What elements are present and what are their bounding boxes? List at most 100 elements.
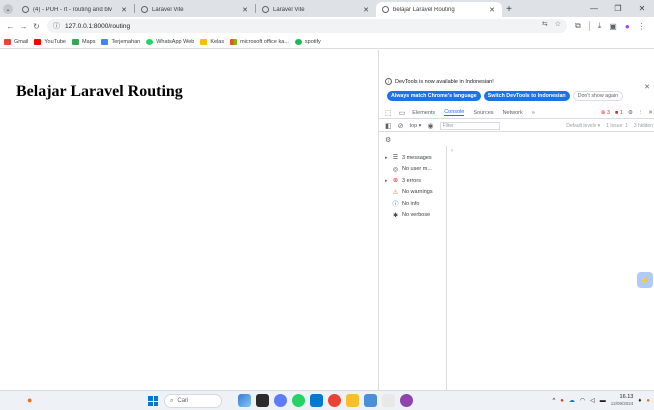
device-toolbar-icon[interactable]: ▭: [399, 109, 406, 117]
whatsapp-icon[interactable]: [292, 394, 305, 407]
sidebar-item-warnings[interactable]: ⚠ No warnings: [385, 187, 445, 199]
issue-counter[interactable]: ■ 1: [615, 110, 623, 116]
download-icon[interactable]: ⤓: [598, 21, 602, 31]
reload-icon[interactable]: ↻: [30, 22, 43, 31]
bookmark-kelas[interactable]: Kelas: [200, 38, 224, 45]
file-explorer-icon[interactable]: [346, 394, 359, 407]
battery-icon[interactable]: ▬: [600, 398, 606, 404]
windows-taskbar: ● ⌕ Cari ^ ● ☁ ◠ ◁ ▬ 16.13 12/09/2024 ♦ …: [0, 390, 654, 410]
bookmark-whatsapp[interactable]: WhatsApp Web: [146, 38, 194, 45]
start-button[interactable]: [148, 396, 158, 406]
site-info-icon[interactable]: ⓘ: [53, 21, 60, 31]
clear-console-icon[interactable]: ⊘: [398, 122, 404, 130]
tray-overflow-icon[interactable]: ^: [552, 398, 555, 404]
tab-close-icon[interactable]: ✕: [120, 6, 128, 14]
sidebar-divider[interactable]: [446, 146, 447, 390]
bookmark-terjemahan[interactable]: Terjemahan: [101, 38, 140, 45]
tab-close-icon[interactable]: ✕: [488, 6, 496, 14]
task-view-icon[interactable]: [256, 394, 269, 407]
error-counter[interactable]: ⊗ 3: [601, 110, 610, 116]
bookmark-star-icon[interactable]: ☆: [555, 20, 561, 28]
sidebar-toggle-icon[interactable]: ◧: [385, 122, 392, 130]
context-selector[interactable]: top ▾: [410, 123, 422, 129]
close-window-icon[interactable]: ✕: [630, 4, 654, 13]
new-tab-button[interactable]: +: [502, 2, 516, 17]
tab-elements[interactable]: Elements: [412, 110, 435, 116]
tab-search-button[interactable]: ⌄: [0, 1, 16, 17]
more-tabs-button[interactable]: »: [532, 110, 535, 116]
notice-close-icon[interactable]: ✕: [644, 83, 650, 91]
warning-icon: ⚠: [392, 189, 399, 196]
weather-icon[interactable]: ●: [27, 395, 32, 405]
console-settings-gear-icon[interactable]: ⚙: [385, 136, 391, 144]
copilot-icon[interactable]: ●: [646, 398, 650, 404]
translate-icon[interactable]: ⇆: [542, 20, 548, 28]
back-icon[interactable]: ←: [4, 22, 17, 31]
dont-show-again-button[interactable]: Don't show again: [572, 91, 624, 101]
browser-tab-1[interactable]: (4) - PUH - rt - routing and blv ✕: [16, 2, 134, 17]
chrome-icon[interactable]: [328, 394, 341, 407]
gmail-icon: [4, 38, 11, 45]
menu-icon[interactable]: ⋮: [638, 22, 646, 31]
console-prompt-chevron-icon: ›: [451, 148, 453, 154]
app-icon[interactable]: [400, 394, 413, 407]
store-icon[interactable]: [382, 394, 395, 407]
tab-favicon-icon: [22, 6, 29, 13]
inspect-icon[interactable]: ⬚: [385, 109, 392, 117]
switch-language-button[interactable]: Switch DevTools to Indonesian: [483, 91, 570, 101]
profile-icon[interactable]: ●: [625, 22, 630, 31]
notification-icon[interactable]: ♦: [638, 398, 641, 404]
tab-close-icon[interactable]: ✕: [241, 6, 249, 14]
bookmark-youtube[interactable]: YouTube: [34, 38, 66, 45]
match-language-button[interactable]: Always match Chrome's language: [387, 91, 481, 101]
live-expression-eye-icon[interactable]: ◉: [427, 122, 433, 130]
tab-console[interactable]: Console: [444, 109, 465, 116]
browser-tab-active[interactable]: belajar Laravel Routing ✕: [376, 2, 502, 17]
tab-label: Laravel Vite: [152, 6, 184, 13]
log-levels-dropdown[interactable]: Default levels ▾: [566, 123, 600, 129]
tab-sources[interactable]: Sources: [473, 110, 493, 116]
wifi-icon[interactable]: ◠: [580, 397, 585, 404]
tab-close-icon[interactable]: ✕: [362, 6, 370, 14]
settings-gear-icon[interactable]: ⚙: [628, 110, 633, 116]
browser-tab-2[interactable]: Laravel Vite ✕: [135, 2, 255, 17]
sidebar-item-user-messages[interactable]: ◎ No user m...: [385, 164, 445, 176]
bookmark-maps[interactable]: Maps: [72, 38, 95, 45]
bookmark-spotify[interactable]: spotify: [294, 38, 321, 45]
issues-count-link[interactable]: 1 Issue: 1: [606, 123, 628, 129]
browser-tab-3[interactable]: Laravel Vite ✕: [256, 2, 376, 17]
restore-icon[interactable]: ❐: [606, 4, 630, 13]
tray-app-icon[interactable]: ●: [560, 398, 564, 404]
sidebar-item-verbose[interactable]: ✱ No verbose: [385, 210, 445, 222]
notes-icon[interactable]: [364, 394, 377, 407]
devtools-language-notice: i DevTools is now available in Indonesia…: [385, 78, 494, 85]
side-panel-icon[interactable]: ▣: [609, 22, 617, 31]
clock[interactable]: 16.13 12/09/2024: [611, 394, 634, 407]
tab-favicon-icon: [141, 6, 148, 13]
address-bar[interactable]: ⓘ 127.0.0.1:8000/routing ⇆ ☆: [47, 19, 567, 33]
sidebar-item-info[interactable]: ⓘ No info: [385, 198, 445, 210]
language-buttons: Always match Chrome's language Switch De…: [387, 91, 624, 101]
tab-label: (4) - PUH - rt - routing and blv: [33, 6, 113, 13]
devtools-menu-icon[interactable]: ⋮: [638, 110, 644, 116]
minimize-icon[interactable]: —: [582, 4, 606, 13]
devtools-close-icon[interactable]: ✕: [648, 110, 653, 116]
volume-icon[interactable]: ◁: [590, 397, 595, 404]
sidebar-item-messages[interactable]: ▸ ☰ 3 messages: [385, 152, 445, 164]
tab-network[interactable]: Network: [503, 110, 523, 116]
bookmark-microsoft-office[interactable]: microsoft office ka...: [230, 38, 289, 45]
extensions-icon[interactable]: ⧉: [575, 21, 581, 31]
browser-tab-strip: ⌄ (4) - PUH - rt - routing and blv ✕ Lar…: [0, 0, 654, 17]
taskbar-search[interactable]: ⌕ Cari: [164, 394, 222, 408]
forward-icon[interactable]: →: [17, 22, 30, 31]
widgets-icon[interactable]: [238, 394, 251, 407]
filter-input[interactable]: Filter: [439, 121, 500, 130]
bookmark-gmail[interactable]: Gmail: [4, 38, 28, 45]
floating-extension-icon[interactable]: ⚡: [637, 272, 653, 288]
cloud-icon[interactable]: ☁: [569, 397, 575, 404]
sidebar-item-errors[interactable]: ▸ ⊗ 3 errors: [385, 175, 445, 187]
bug-icon: ✱: [392, 212, 399, 219]
edge-icon[interactable]: [274, 394, 287, 407]
vscode-icon[interactable]: [310, 394, 323, 407]
maps-icon: [72, 38, 79, 45]
